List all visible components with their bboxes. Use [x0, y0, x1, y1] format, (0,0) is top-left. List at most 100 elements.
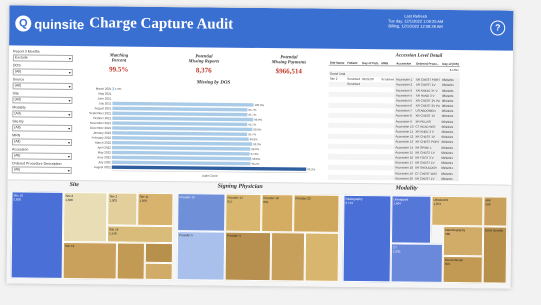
modality-tile[interactable]: Bone Density [482, 226, 508, 284]
filter-dropdown[interactable]: (All) [12, 124, 73, 133]
bar[interactable] [112, 140, 253, 146]
kpi-value: $966,514 [275, 67, 302, 76]
table-cell [328, 175, 346, 180]
site-tile[interactable]: Site 12 [62, 241, 117, 280]
physician-tile[interactable]: Provider 14 817 [225, 193, 262, 233]
category-label: February 2022 [92, 136, 112, 140]
table-cell: XR SHOULDER [413, 165, 441, 171]
filter-8: Ordered Procedure Description (All) [11, 161, 72, 175]
site-tile[interactable] [144, 262, 173, 281]
tile-value: 2,800 [13, 197, 21, 202]
header-bar: Q quinsite Charge Capture Audit Last Ref… [9, 5, 514, 51]
physician-tile[interactable]: Provider 22 [293, 194, 340, 233]
kpi-value: 8,376 [195, 66, 212, 75]
modality-title: Modality [395, 185, 418, 192]
bar[interactable] [111, 165, 307, 171]
kpi-missing-reports: Potential Missing Reports 8,376 [169, 53, 239, 75]
bar[interactable] [112, 87, 115, 91]
site-tile[interactable]: Site 2 1,003 [107, 192, 138, 226]
data-label: 98.8% [252, 157, 260, 161]
bar[interactable] [111, 160, 251, 166]
filter-dropdown[interactable]: (All) [11, 152, 72, 161]
physician-tile[interactable] [304, 232, 340, 282]
filter-dropdown[interactable]: (All) [12, 96, 73, 105]
table-cell: Accession 4 [394, 92, 415, 98]
modality-tile[interactable]: Interventional 359 [442, 255, 483, 284]
category-label: August 2021 [95, 106, 112, 110]
bar[interactable] [111, 155, 252, 161]
bar[interactable] [112, 136, 249, 141]
kpi-value: 99.5% [109, 65, 129, 74]
logo: Q quinsite [15, 15, 84, 32]
site-tile[interactable]: Site 10 2,800 [10, 191, 64, 279]
filter-label: Site By [12, 119, 24, 124]
site-tile[interactable] [116, 242, 145, 280]
filter-label: Source [12, 77, 25, 82]
accession-detail-panel: Accession Level Detail Site Name Patient D… [327, 53, 509, 182]
physician-tile[interactable]: Provider 13 [177, 193, 226, 232]
modality-tile[interactable]: MRI 566 [483, 196, 508, 227]
help-icon[interactable]: ? [490, 20, 506, 36]
modality-tile[interactable]: Ultrasound 1,054 [431, 195, 484, 227]
bar[interactable] [111, 145, 251, 151]
bar[interactable] [112, 131, 248, 136]
physician-tile[interactable]: Provider 3 [224, 231, 272, 282]
tile-value: 801 [263, 200, 269, 205]
physician-tile[interactable] [270, 232, 306, 282]
modality-tile[interactable]: Mammography 580 [442, 225, 484, 257]
bar[interactable] [111, 150, 250, 156]
data-label: 99.9% [254, 118, 262, 122]
modality-tile[interactable]: CT 1,295 [390, 243, 443, 283]
data-label: 95.7% [248, 123, 256, 127]
tile-value: 580 [445, 231, 451, 236]
physician-tile[interactable]: Provider 18 801 [261, 194, 294, 233]
tile-value: 1,148 [109, 231, 117, 236]
table-row[interactable]: Accession 20 XR CHEST 1V 08/22/21 [327, 174, 459, 182]
bar[interactable] [112, 111, 248, 117]
bar[interactable] [112, 106, 248, 112]
tile-value: 1,003 [109, 198, 117, 203]
table-cell: Accession 3 [394, 87, 415, 93]
modality-tile[interactable]: Unmapped 1,604 [390, 195, 432, 244]
filter-dropdown[interactable]: (All) [12, 110, 73, 119]
tile-value: 1,059 [139, 198, 147, 203]
tile-value: 1,295 [392, 249, 401, 254]
site-tile[interactable]: Site 16 1,148 [106, 225, 174, 244]
category-label: November 2021 [90, 121, 112, 125]
data-label: 99.2% [307, 167, 315, 171]
bar[interactable] [112, 121, 248, 127]
bar[interactable] [112, 116, 254, 122]
filter-label: MRN [12, 133, 21, 138]
site-tile[interactable]: Site 11 1,059 [137, 192, 174, 227]
table-cell: Accession 12 [394, 134, 415, 140]
table-cell: XR CHEST 2V PA [414, 97, 441, 104]
category-label: July 2022 [98, 160, 111, 164]
physician-title: Signing Physician [217, 183, 263, 191]
data-label: 100.0% [255, 103, 265, 107]
x-axis-label: Audit Count [202, 174, 218, 178]
table-cell: 08/22/21 [440, 176, 459, 182]
filter-dropdown[interactable]: Exclude [12, 54, 73, 63]
category-label: March 2022 [95, 141, 111, 145]
refresh-info: Last Refresh Tue day, 12/1/2022 1:09:25 … [388, 13, 444, 29]
site-tile[interactable]: Site 8 1,606 [62, 191, 108, 243]
table-cell [345, 175, 360, 180]
filter-dropdown[interactable]: (All) [12, 68, 73, 77]
category-label: May 2022 [98, 150, 112, 154]
modality-tile[interactable]: Radiography 6,743 [342, 194, 392, 283]
tile-label: Provider 22 [295, 196, 311, 201]
site-tile[interactable] [144, 242, 173, 264]
bar[interactable] [112, 126, 253, 132]
bar[interactable] [112, 101, 254, 107]
filter-3: Site (All) [12, 91, 73, 105]
tile-label: Bone Density [485, 228, 504, 233]
filter-dropdown[interactable]: (All) [12, 138, 73, 147]
physician-tile[interactable]: Provider 5 [176, 231, 226, 281]
category-label: May 2021 [98, 92, 112, 96]
filter-dropdown[interactable]: (All) [11, 166, 72, 175]
physician-treemap: Provider 13 Provider 14 817 Provider 18 801 P… [176, 193, 340, 282]
category-label: August 2022 [94, 165, 111, 169]
site-treemap: Site 10 2,800 Site 8 1,606 Site 2 1,003 Site 1… [10, 191, 174, 281]
filter-dropdown[interactable]: (All) [12, 82, 73, 91]
kpi-missing-payments: Potential Missing Payments $966,514 [254, 54, 324, 76]
